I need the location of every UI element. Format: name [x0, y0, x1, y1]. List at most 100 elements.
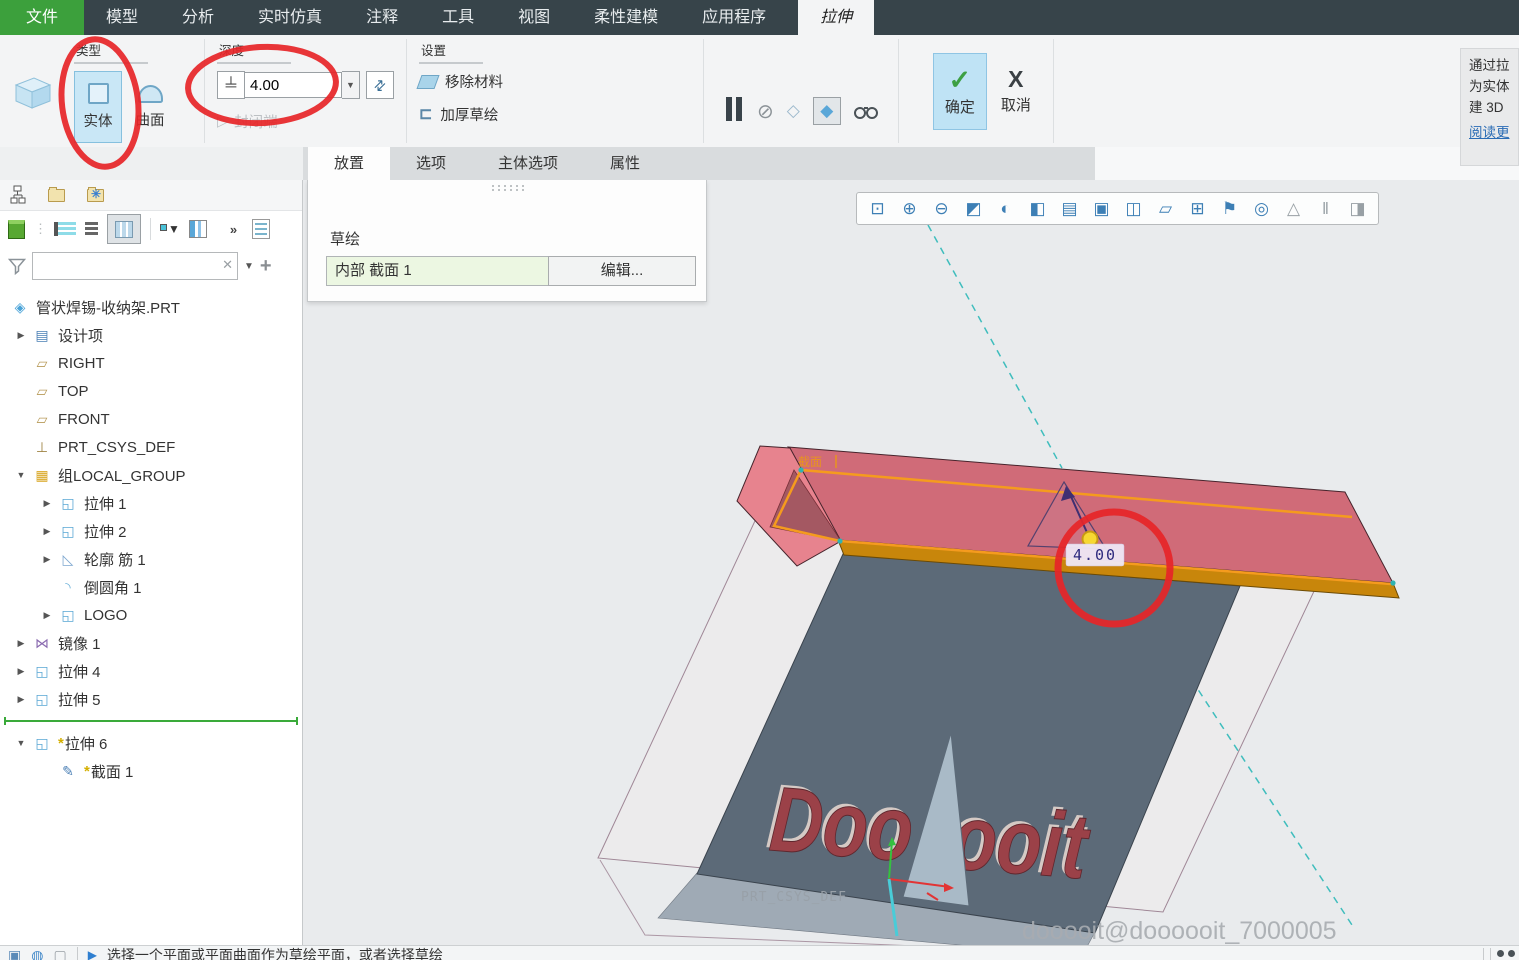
tree-expand-arrow[interactable]: ▶	[10, 666, 32, 677]
thicken-sketch-toggle[interactable]: ⊏ 加厚草绘	[419, 104, 691, 125]
tree-column-display-icon[interactable]	[188, 220, 207, 238]
menu-tab-extrude[interactable]: 拉伸	[798, 0, 875, 35]
tree-filter-settings-icon[interactable]: ▼	[160, 222, 180, 236]
tree-item[interactable]: ⊥ PRT_CSYS_DEF	[0, 433, 302, 461]
tree-expand-arrow[interactable]: ▶	[36, 498, 58, 509]
tree-item[interactable]: ✎ * 截面 1	[0, 757, 302, 785]
zoom-in-icon[interactable]: ⊕	[894, 195, 925, 222]
empty-box-icon[interactable]: ▢	[53, 946, 66, 960]
search-options-caret[interactable]: ▼	[244, 261, 254, 272]
menu-tab-live-simulation[interactable]: 实时仿真	[236, 0, 344, 35]
insert-here-indicator[interactable]	[4, 715, 298, 727]
menu-tab-model[interactable]: 模型	[84, 0, 160, 35]
menu-tab-analysis[interactable]: 分析	[160, 0, 236, 35]
menu-tab-file[interactable]: 文件	[0, 0, 85, 35]
tree-item[interactable]: ▶ ▤ 设计项	[0, 321, 302, 349]
tree-expand-arrow[interactable]: ▼	[10, 738, 32, 748]
tree-expand-arrow[interactable]: ▶	[36, 526, 58, 537]
datum-axis-display-icon[interactable]: ⊞	[1182, 195, 1213, 222]
sketch-vertex[interactable]	[1390, 580, 1396, 586]
flip-direction-button[interactable]: ⇄	[366, 71, 394, 99]
zoom-out-icon[interactable]: ⊖	[926, 195, 957, 222]
tree-item[interactable]: ▼ ▦ 组LOCAL_GROUP	[0, 461, 302, 489]
tree-settings-page-icon[interactable]	[252, 219, 271, 239]
favorites-tab-icon[interactable]: ✳	[87, 186, 104, 202]
tree-search-input[interactable]	[32, 252, 238, 280]
tree-item[interactable]: ▱ FRONT	[0, 405, 302, 433]
cancel-button[interactable]: X 取消	[991, 53, 1041, 128]
tree-columns-button[interactable]	[107, 214, 141, 244]
sketch-reference-field[interactable]: 内部 截面 1	[326, 256, 552, 286]
dimension-value[interactable]: 4.00	[1073, 546, 1117, 564]
surface-button[interactable]: 曲面	[126, 71, 174, 143]
search-binoculars-icon[interactable]	[1497, 950, 1515, 960]
repaint-icon[interactable]: ◩	[958, 195, 989, 222]
menu-tab-view[interactable]: 视图	[496, 0, 572, 35]
depth-value-input[interactable]	[245, 72, 342, 98]
pause-button[interactable]	[724, 96, 744, 126]
preview-glasses-icon[interactable]	[853, 106, 878, 119]
folder-browser-tab-icon[interactable]	[48, 186, 65, 202]
zoom-window-icon[interactable]: ⊡	[862, 195, 893, 222]
tree-expand-arrow[interactable]: ▶	[10, 330, 32, 341]
model-tree-tab-icon[interactable]	[10, 185, 26, 205]
tree-item[interactable]: ▱ TOP	[0, 377, 302, 405]
menu-tab-annotate[interactable]: 注释	[344, 0, 420, 35]
perspective-icon[interactable]: △	[1278, 195, 1309, 222]
flip-window-icon[interactable]: ◨	[1342, 195, 1373, 222]
tree-expand-arrow[interactable]: ▼	[10, 470, 32, 480]
saved-orientations-icon[interactable]: ◧	[1022, 195, 1053, 222]
tree-item[interactable]: ◝ 倒圆角 1	[0, 573, 302, 601]
menu-tab-tools[interactable]: 工具	[420, 0, 496, 35]
datum-plane-display-icon[interactable]: ▱	[1150, 195, 1181, 222]
graphics-area[interactable]: Doo Doo ooit ooit 截面 4.00 PRT_CSYS_DEF d…	[303, 180, 1519, 945]
model-window-icon[interactable]: ▣	[8, 946, 21, 960]
solid-button[interactable]: 实体	[74, 71, 122, 143]
tab-placement[interactable]: 放置	[308, 147, 391, 180]
tree-item[interactable]: ▶ ⋈ 镜像 1	[0, 629, 302, 657]
menu-tab-flexible-modeling[interactable]: 柔性建模	[572, 0, 680, 35]
depth-type-button[interactable]: ╧	[217, 71, 245, 99]
tree-expand-arrow[interactable]: ▶	[10, 638, 32, 649]
tree-item[interactable]: ▶ ◱ 拉伸 1	[0, 489, 302, 517]
tree-item[interactable]: ◈ 管状焊锡-收纳架.PRT	[0, 293, 302, 321]
view-manager-icon[interactable]: ▤	[1054, 195, 1085, 222]
clear-search-icon[interactable]: ✕	[222, 257, 233, 273]
tree-item[interactable]: ▼ ◱ * 拉伸 6	[0, 729, 302, 757]
no-preview-icon[interactable]: ⊘	[757, 99, 774, 124]
tree-detail-view-icon[interactable]	[85, 222, 98, 236]
browser-icon[interactable]: ◍	[31, 946, 43, 960]
annotation-display-icon[interactable]: ⚑	[1214, 195, 1245, 222]
tree-list-view-icon[interactable]	[54, 222, 76, 236]
edit-sketch-button[interactable]: 编辑...	[548, 256, 696, 286]
unattached-preview-icon[interactable]: ◇	[787, 101, 800, 121]
tree-item[interactable]: ▱ RIGHT	[0, 349, 302, 377]
tree-item[interactable]: ▶ ◱ LOGO	[0, 601, 302, 629]
tree-expand-arrow[interactable]: ▶	[10, 694, 32, 705]
depth-dropdown-caret[interactable]: ▼	[342, 71, 360, 99]
tab-options[interactable]: 选项	[390, 147, 472, 180]
tab-properties[interactable]: 属性	[584, 147, 666, 180]
ok-button[interactable]: ✓ 确定	[932, 53, 987, 130]
pause-icon[interactable]: ‖	[1310, 195, 1341, 222]
expand-search-icon[interactable]: +	[260, 255, 272, 278]
tree-item[interactable]: ▶ ◱ 拉伸 4	[0, 657, 302, 685]
tree-item[interactable]: ▶ ◱ 拉伸 2	[0, 517, 302, 545]
toolbar-overflow-chevron[interactable]: »	[230, 222, 237, 237]
spin-center-icon[interactable]: ◎	[1246, 195, 1277, 222]
tree-expand-arrow[interactable]: ▶	[36, 554, 58, 565]
sketch-vertex[interactable]	[837, 538, 843, 544]
attached-preview-button[interactable]: ◆	[812, 97, 841, 125]
show-3d-model-icon[interactable]	[8, 219, 25, 239]
menu-tab-applications[interactable]: 应用程序	[680, 0, 788, 35]
tab-body-options[interactable]: 主体选项	[472, 147, 584, 180]
panel-drag-handle[interactable]	[490, 184, 524, 191]
tree-item[interactable]: ▶ ◱ 拉伸 5	[0, 685, 302, 713]
tree-item[interactable]: ▶ ◺ 轮廓 筋 1	[0, 545, 302, 573]
section-view-icon[interactable]: ◫	[1118, 195, 1149, 222]
capture-icon[interactable]: ▣	[1086, 195, 1117, 222]
remove-material-toggle[interactable]: 移除材料	[416, 71, 691, 92]
display-style-icon[interactable]: ◐	[990, 195, 1021, 222]
tree-expand-arrow[interactable]: ▶	[36, 610, 58, 621]
read-more-link[interactable]: 阅读更	[1469, 122, 1518, 143]
